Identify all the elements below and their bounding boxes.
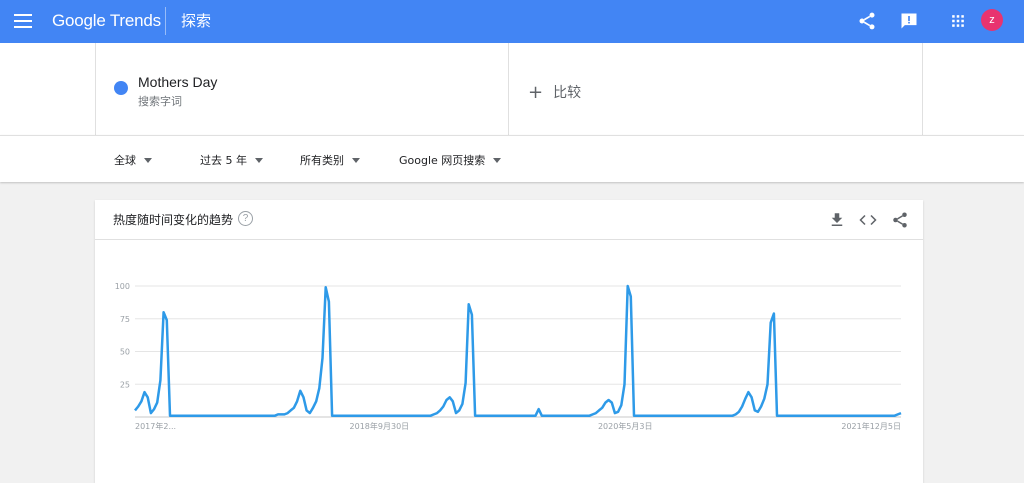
term-color-dot: [114, 81, 128, 95]
y-tick-label: 50: [120, 348, 130, 357]
plus-icon: +: [528, 82, 544, 103]
region-filter-label: 全球: [114, 154, 136, 167]
interest-over-time-card: 热度随时间变化的趋势 ? 25 50 75 100 2017年2... 2018年9月30…: [95, 200, 923, 483]
time-filter-label: 过去 5 年: [200, 154, 247, 167]
x-tick-label: 2018年9月30日: [350, 421, 410, 431]
category-filter[interactable]: 所有类别: [300, 152, 360, 168]
share-icon[interactable]: [891, 211, 909, 229]
category-filter-label: 所有类别: [300, 154, 344, 167]
trend-line-chart: 25 50 75 100 2017年2... 2018年9月30日 2020年5月3日 202…: [115, 282, 902, 431]
embed-code-icon[interactable]: [859, 211, 877, 229]
menu-icon[interactable]: [14, 14, 32, 28]
download-icon[interactable]: [828, 211, 846, 229]
series-line: [134, 284, 902, 417]
caret-down-icon: [493, 158, 502, 163]
feedback-icon[interactable]: [899, 11, 919, 31]
property-filter-label: Google 网页搜索: [399, 154, 486, 167]
search-term-type: 搜索字词: [138, 95, 182, 108]
time-filter[interactable]: 过去 5 年: [200, 152, 263, 168]
x-tick-label: 2020年5月3日: [598, 421, 653, 431]
x-tick-label: 2021年12月5日: [841, 421, 901, 431]
top-app-bar: Google Trends 探索 z: [0, 0, 1024, 43]
page-title: 探索: [181, 12, 212, 30]
y-tick-label: 75: [120, 315, 130, 324]
region-filter[interactable]: 全球: [114, 152, 152, 168]
caret-down-icon: [144, 158, 152, 163]
compare-button[interactable]: + 比较: [528, 81, 582, 103]
y-tick-label: 25: [120, 380, 130, 389]
property-filter[interactable]: Google 网页搜索: [399, 152, 502, 168]
avatar[interactable]: z: [981, 9, 1003, 31]
filter-bar: 全球 过去 5 年 所有类别 Google 网页搜索: [0, 135, 1024, 182]
header-divider: [165, 7, 166, 35]
search-term-name[interactable]: Mothers Day: [138, 74, 217, 90]
compare-label: 比较: [553, 85, 582, 101]
panel-divider: [95, 43, 96, 135]
google-trends-logo[interactable]: Google Trends: [52, 11, 161, 31]
share-icon[interactable]: [857, 11, 877, 31]
apps-grid-icon[interactable]: [948, 11, 968, 31]
search-term-panel: Mothers Day 搜索字词 + 比较: [0, 43, 1024, 135]
card-title: 热度随时间变化的趋势: [113, 213, 234, 227]
x-tick-label: 2017年2...: [135, 421, 176, 431]
y-tick-label: 100: [115, 282, 130, 291]
help-icon[interactable]: ?: [238, 211, 253, 226]
caret-down-icon: [352, 158, 360, 163]
caret-down-icon: [255, 158, 263, 163]
panel-divider: [508, 43, 509, 135]
panel-divider: [922, 43, 923, 135]
